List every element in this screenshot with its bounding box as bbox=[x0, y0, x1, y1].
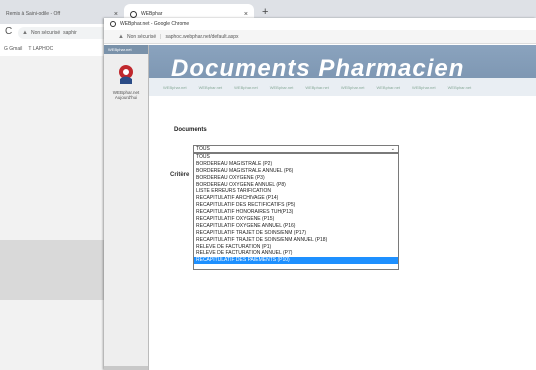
outer-tab-label: WEBphar bbox=[141, 11, 163, 17]
close-icon[interactable]: × bbox=[244, 11, 248, 18]
left-panel: WEBphar.net WEBphar.net Aujourd'hui bbox=[104, 45, 149, 370]
dropdown-option[interactable]: RECAPITULATIF TRAJET DE SOINS/ENM (P17) bbox=[194, 230, 398, 237]
window-title-bar: WEBphar.net - Google Chrome bbox=[104, 18, 536, 30]
left-panel-header: WEBphar.net bbox=[104, 45, 148, 54]
nav-link[interactable]: WEBphar.net bbox=[234, 85, 258, 90]
nav-link[interactable]: WEBphar.net bbox=[448, 85, 472, 90]
bookmarks-bar: G Gmail T LAPHOC bbox=[0, 42, 120, 56]
dropdown-option[interactable]: RELEVE DE FACTURATION (P1) bbox=[194, 244, 398, 251]
chrome-icon bbox=[110, 21, 116, 27]
dropdown-option[interactable]: LISTE ERREURS TARIFICATION bbox=[194, 188, 398, 195]
warning-icon: ▲ bbox=[118, 33, 124, 40]
outer-page-area bbox=[0, 240, 104, 300]
document-type-options: TOUS BORDEREAU MAGISTRALE (P2) BORDEREAU M… bbox=[193, 153, 399, 270]
dropdown-option[interactable]: BORDEREAU MAGISTRALE ANNUEL (P6) bbox=[194, 168, 398, 175]
bookmark-laphoc[interactable]: T LAPHOC bbox=[28, 46, 53, 52]
document-type-select[interactable]: TOUS ⌄ bbox=[193, 145, 399, 153]
dropdown-option[interactable]: RECAPITULATIF ARCHIVAGE (P14) bbox=[194, 195, 398, 202]
dropdown-option[interactable]: RECAPITULATIF OXYGENE ANNUEL (P16) bbox=[194, 223, 398, 230]
outer-tab-label: Remis à Saini-odile - Off bbox=[6, 11, 61, 17]
left-panel-label: WEBphar.net Aujourd'hui bbox=[106, 90, 146, 100]
address-separator: | bbox=[160, 33, 162, 40]
dropdown-option[interactable]: RELEVE DE FACTURATION ANNUEL (P7) bbox=[194, 250, 398, 257]
nav-link[interactable]: WEBphar.net bbox=[163, 85, 187, 90]
window-address-bar[interactable]: ▲ Non sécurisé | saphoc.webphar.net/defa… bbox=[104, 30, 536, 44]
scrollbar[interactable] bbox=[104, 366, 148, 370]
select-value: TOUS bbox=[196, 146, 210, 152]
webphar-logo-icon bbox=[130, 10, 137, 18]
section-title: Documents bbox=[174, 127, 207, 133]
dropdown-option[interactable]: BORDEREAU MAGISTRALE (P2) bbox=[194, 161, 398, 168]
criteria-label: Critère bbox=[170, 172, 190, 178]
bookmark-gmail[interactable]: G Gmail bbox=[4, 46, 22, 52]
nav-link[interactable]: WEBphar.net bbox=[305, 85, 329, 90]
new-tab-button[interactable]: + bbox=[262, 6, 268, 18]
nav-link[interactable]: WEBphar.net bbox=[199, 85, 223, 90]
webphar-logo-icon bbox=[119, 65, 133, 84]
address-warning: Non sécurisé bbox=[30, 30, 61, 36]
address-url: saphoc.webphar.net/default.aspx bbox=[165, 33, 239, 40]
dropdown-option[interactable]: TOUS bbox=[194, 154, 398, 161]
left-label-line2: Aujourd'hui bbox=[114, 95, 138, 100]
chevron-down-icon[interactable]: ⌄ bbox=[391, 146, 395, 152]
nav-link[interactable]: WEBphar.net bbox=[270, 85, 294, 90]
dropdown-option[interactable]: RECAPITULATIF TRAJET DE SOINS/ENM ANNUEL… bbox=[194, 237, 398, 244]
dropdown-option[interactable]: BORDEREAU OXYGENE (P3) bbox=[194, 175, 398, 182]
nav-link[interactable]: WEBphar.net bbox=[412, 85, 436, 90]
nav-link[interactable]: WEBphar.net bbox=[376, 85, 400, 90]
dropdown-option[interactable]: RECAPITULATIF DES RECTIFICATIFS (P5) bbox=[194, 202, 398, 209]
reload-icon[interactable]: C bbox=[5, 26, 12, 37]
address-text: saphir bbox=[63, 30, 77, 36]
close-icon[interactable]: × bbox=[114, 11, 118, 18]
dropdown-option[interactable]: BORDEREAU OXYGENE ANNUEL (P8) bbox=[194, 182, 398, 189]
dropdown-option[interactable]: RECAPITULATIF OXYGENE (P15) bbox=[194, 216, 398, 223]
window-title: WEBphar.net - Google Chrome bbox=[120, 21, 190, 27]
dropdown-option[interactable]: RECAPITULATIF HONORAIRES TUH(P13) bbox=[194, 209, 398, 216]
address-warning: Non sécurisé bbox=[126, 33, 157, 40]
nav-link[interactable]: WEBphar.net bbox=[341, 85, 365, 90]
warning-icon: ▲ bbox=[22, 30, 28, 36]
nav-bar: WEBphar.net WEBphar.net WEBphar.net WEBphar… bbox=[149, 78, 536, 96]
dropdown-option[interactable]: RECAPITULATIF DES PAIEMENTS (P10) bbox=[194, 257, 398, 265]
outer-address-bar[interactable]: ▲ Non sécurisé saphir bbox=[18, 27, 118, 39]
